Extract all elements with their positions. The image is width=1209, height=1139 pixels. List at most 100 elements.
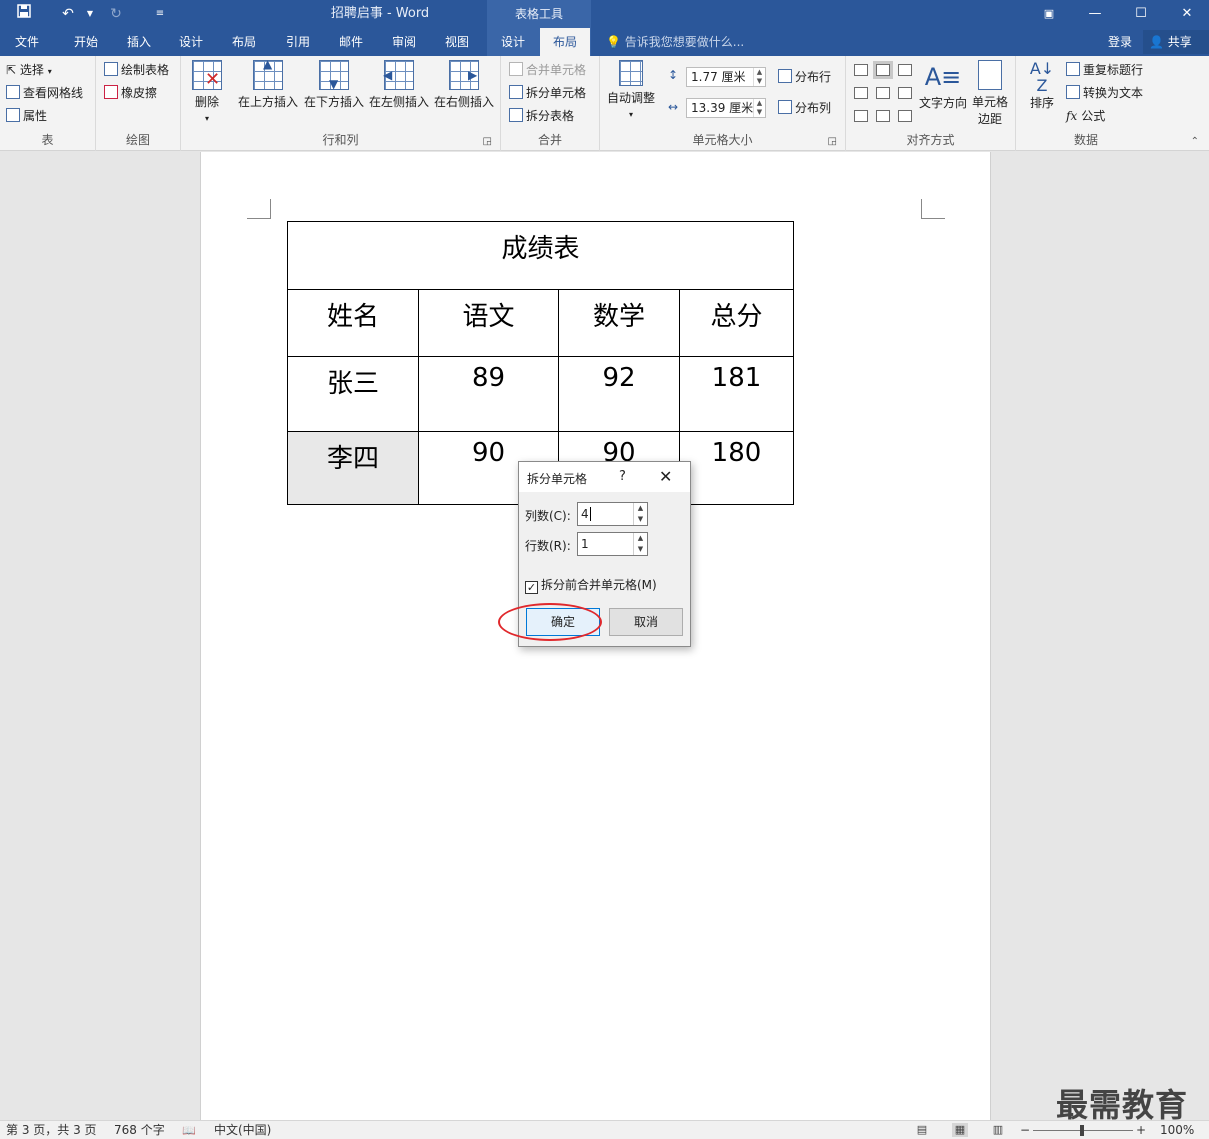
- read-mode-icon[interactable]: ▤: [914, 1123, 930, 1137]
- spin-arrows-icon[interactable]: ▲ ▼: [753, 68, 765, 86]
- merge-cells-button[interactable]: 合并单元格: [509, 60, 586, 80]
- tab-insert[interactable]: 插入: [116, 28, 162, 56]
- tab-mailings[interactable]: 邮件: [328, 28, 374, 56]
- convert-to-text-button[interactable]: 转换为文本: [1066, 83, 1143, 103]
- tab-references[interactable]: 引用: [275, 28, 321, 56]
- ribbon-display-options-icon[interactable]: ▣: [1026, 0, 1072, 28]
- tab-layout[interactable]: 布局: [221, 28, 267, 56]
- table-cell[interactable]: 89: [418, 356, 559, 432]
- print-layout-icon[interactable]: ▦: [952, 1123, 968, 1137]
- header-cell[interactable]: 语文: [418, 289, 559, 357]
- dialog-titlebar[interactable]: 拆分单元格 ? ✕: [519, 462, 690, 492]
- web-layout-icon[interactable]: ▥: [990, 1123, 1006, 1137]
- column-width-input[interactable]: 13.39 厘米 ▲ ▼: [686, 98, 766, 118]
- distribute-columns-button[interactable]: 分布列: [778, 98, 831, 118]
- align-top-left-icon[interactable]: [854, 64, 868, 76]
- header-cell[interactable]: 姓名: [287, 289, 419, 357]
- group-merge: 合并单元格 拆分单元格 拆分表格 合并: [501, 56, 600, 151]
- dialog-launcher-icon[interactable]: ◲: [828, 136, 837, 147]
- view-gridlines-button[interactable]: 查看网格线: [6, 83, 83, 103]
- autofit-icon: [619, 60, 643, 86]
- login-link[interactable]: 登录: [1108, 28, 1132, 56]
- sort-az-icon: A↓ Z: [1029, 59, 1055, 95]
- insert-left-button[interactable]: ◀ 在左侧插入: [368, 60, 430, 110]
- eraser-button[interactable]: 橡皮擦: [104, 83, 157, 103]
- align-bottom-right-icon[interactable]: [898, 110, 912, 122]
- align-top-right-icon[interactable]: [898, 64, 912, 76]
- language[interactable]: 中文(中国): [214, 1122, 271, 1139]
- header-cell[interactable]: 数学: [558, 289, 680, 357]
- cancel-button[interactable]: 取消: [609, 608, 683, 636]
- table-title-cell[interactable]: 成绩表: [287, 221, 794, 290]
- formula-button[interactable]: fx 公式: [1066, 106, 1105, 126]
- insert-above-icon: ▲: [253, 57, 283, 90]
- row-height-input[interactable]: 1.77 厘米 ▲ ▼: [686, 67, 766, 87]
- sort-button[interactable]: A↓ Z 排序: [1022, 60, 1062, 111]
- properties-button[interactable]: 属性: [6, 106, 47, 126]
- tab-view[interactable]: 视图: [434, 28, 480, 56]
- cursor-icon: ⇱: [6, 63, 17, 77]
- highlight-circle: [498, 603, 602, 641]
- align-bottom-left-icon[interactable]: [854, 110, 868, 122]
- insert-above-button[interactable]: ▲ 在上方插入: [237, 57, 299, 110]
- select-button[interactable]: ⇱ 选择 ▾: [6, 60, 52, 80]
- context-title: 表格工具: [487, 0, 591, 28]
- share-label: 共享: [1167, 35, 1192, 49]
- split-table-button[interactable]: 拆分表格: [509, 106, 574, 126]
- proofing-icon[interactable]: 📖: [182, 1122, 196, 1139]
- merge-before-split-checkbox[interactable]: ✓ 拆分前合并单元格(M): [525, 576, 657, 594]
- page-info[interactable]: 第 3 页，共 3 页: [6, 1122, 97, 1139]
- table-cell[interactable]: 张三: [287, 356, 419, 432]
- close-icon[interactable]: ✕: [1164, 0, 1209, 28]
- align-middle-left-icon[interactable]: [854, 87, 868, 99]
- tab-file[interactable]: 文件: [4, 28, 50, 56]
- columns-input[interactable]: 4 ▲ ▼: [577, 502, 648, 526]
- insert-right-button[interactable]: ▶ 在右侧插入: [433, 60, 495, 110]
- split-cells-button[interactable]: 拆分单元格: [509, 83, 586, 103]
- align-bottom-center-icon[interactable]: [876, 110, 890, 122]
- share-button[interactable]: 👤 共享: [1143, 30, 1209, 54]
- spin-arrows-icon[interactable]: ▲ ▼: [633, 533, 647, 555]
- zoom-level[interactable]: 100%: [1160, 1122, 1194, 1139]
- cell-margins-button[interactable]: 单元格 边距: [970, 60, 1010, 127]
- collapse-ribbon-icon[interactable]: ⌃: [1191, 136, 1199, 147]
- spin-arrows-icon[interactable]: ▲ ▼: [753, 99, 765, 117]
- delete-button[interactable]: ✕ 删除 ▾: [189, 60, 225, 124]
- align-middle-right-icon[interactable]: [898, 87, 912, 99]
- convert-text-icon: [1066, 85, 1080, 99]
- zoom-slider-thumb[interactable]: [1080, 1125, 1084, 1136]
- table-cell[interactable]: 181: [679, 356, 794, 432]
- maximize-icon[interactable]: ☐: [1118, 0, 1164, 28]
- word-count[interactable]: 768 个字: [114, 1122, 165, 1139]
- table-cell[interactable]: 李四: [287, 431, 419, 505]
- minimize-icon[interactable]: —: [1072, 0, 1118, 28]
- insert-below-button[interactable]: ▼ 在下方插入: [303, 60, 365, 110]
- tell-me-box[interactable]: 💡 告诉我您想要做什么...: [606, 28, 744, 56]
- repeat-header-rows-button[interactable]: 重复标题行: [1066, 60, 1143, 80]
- status-bar: 第 3 页，共 3 页 768 个字 📖 中文(中国) ▤ ▦ ▥ − + 10…: [0, 1120, 1209, 1139]
- table-cell[interactable]: 92: [558, 356, 680, 432]
- rows-input[interactable]: 1 ▲ ▼: [577, 532, 648, 556]
- autofit-button[interactable]: 自动调整 ▾: [604, 60, 658, 120]
- tab-home[interactable]: 开始: [62, 28, 110, 56]
- checkmark-icon: ✓: [525, 581, 538, 594]
- tab-table-design[interactable]: 设计: [490, 28, 536, 56]
- align-middle-center-icon[interactable]: [876, 87, 890, 99]
- zoom-in-icon[interactable]: +: [1136, 1122, 1146, 1139]
- align-top-center-icon[interactable]: [873, 61, 893, 79]
- text-direction-button[interactable]: A≡ 文字方向: [918, 60, 968, 111]
- tab-review[interactable]: 审阅: [381, 28, 427, 56]
- tab-table-layout[interactable]: 布局: [540, 28, 590, 56]
- distribute-rows-icon: [778, 69, 792, 83]
- distribute-rows-button[interactable]: 分布行: [778, 67, 831, 87]
- header-cell[interactable]: 总分: [679, 289, 794, 357]
- tab-design[interactable]: 设计: [168, 28, 214, 56]
- draw-table-button[interactable]: 绘制表格: [104, 60, 169, 80]
- dialog-launcher-icon[interactable]: ◲: [483, 136, 492, 147]
- table-cell[interactable]: 180: [679, 431, 794, 505]
- close-icon[interactable]: ✕: [659, 467, 672, 486]
- spin-arrows-icon[interactable]: ▲ ▼: [633, 503, 647, 525]
- zoom-out-icon[interactable]: −: [1020, 1122, 1030, 1139]
- help-icon[interactable]: ?: [619, 469, 626, 484]
- dialog-title: 拆分单元格: [527, 472, 588, 486]
